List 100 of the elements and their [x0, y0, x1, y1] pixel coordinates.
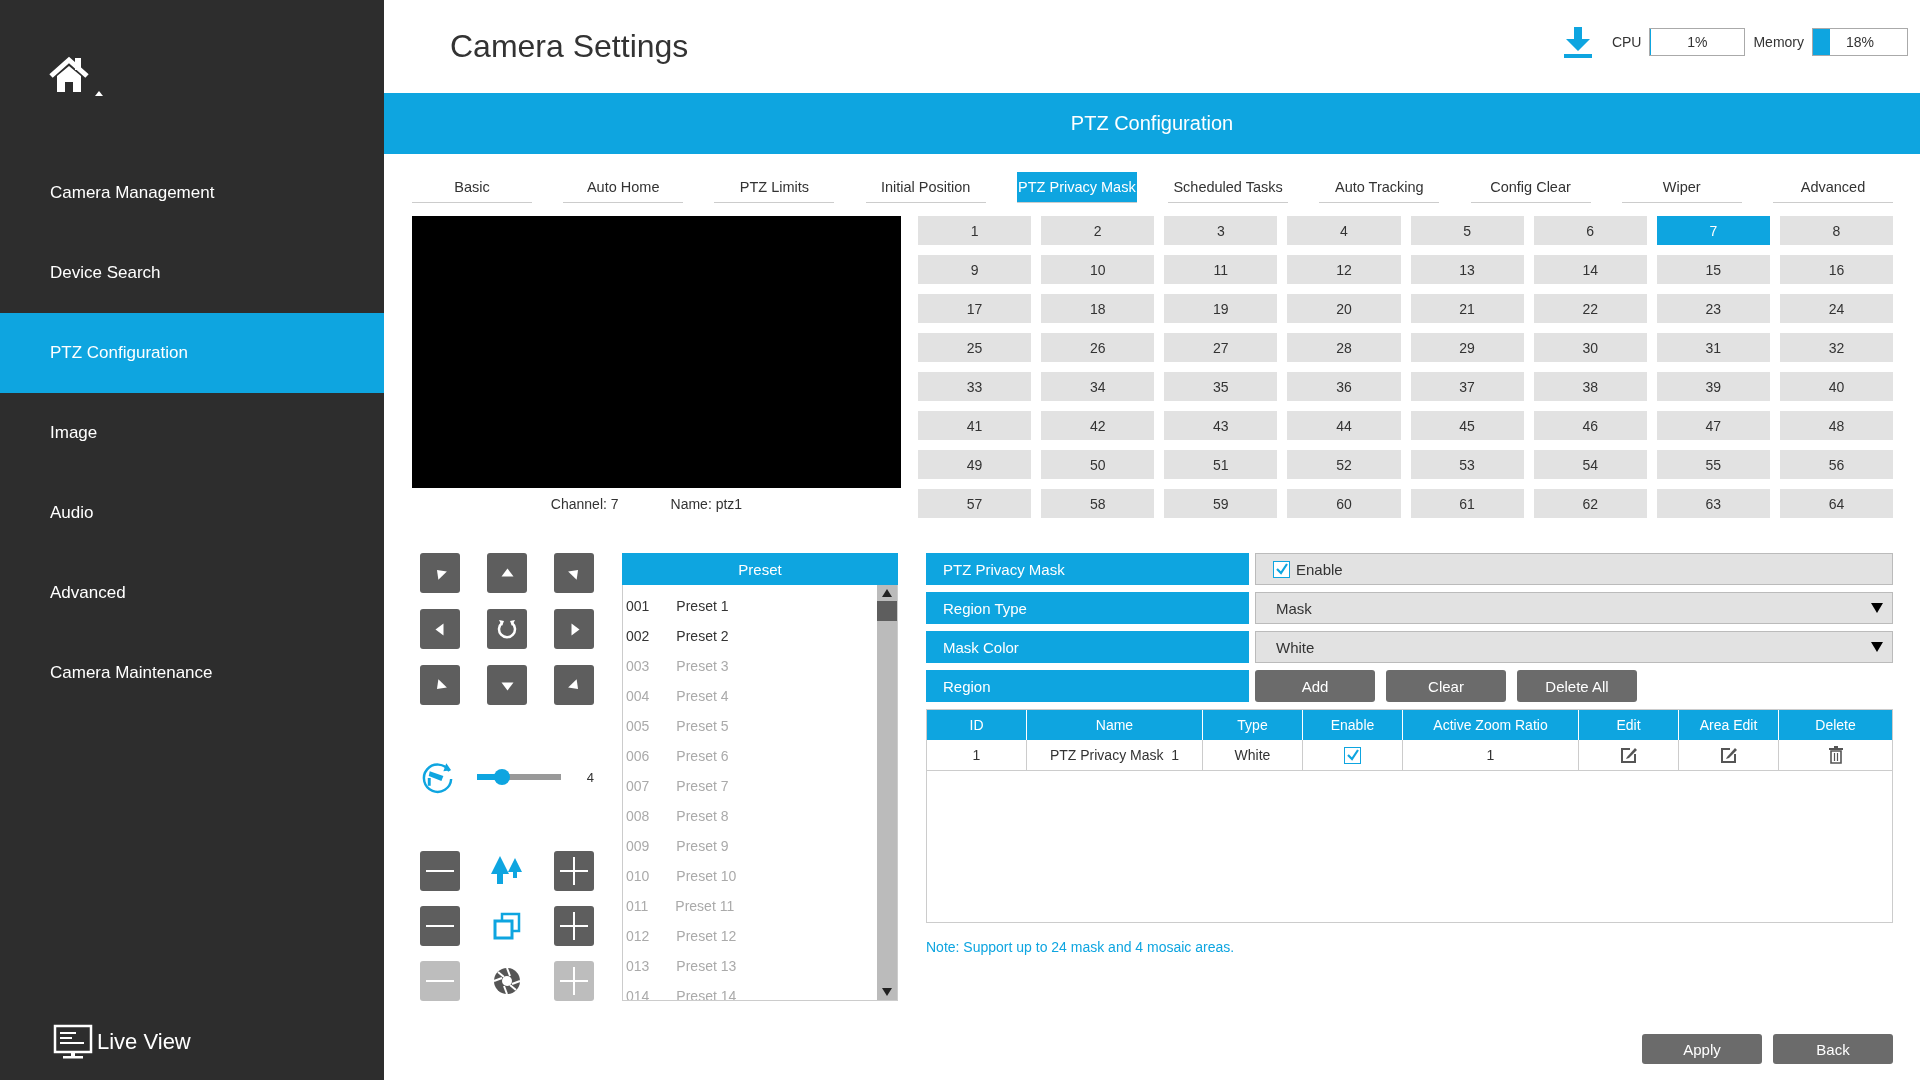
channel-button[interactable]: 31	[1656, 333, 1770, 362]
tab[interactable]: Advanced	[1772, 172, 1893, 203]
channel-button[interactable]: 2	[1041, 216, 1155, 245]
channel-button[interactable]: 13	[1410, 255, 1524, 284]
channel-button[interactable]: 46	[1533, 411, 1647, 440]
channel-button[interactable]: 47	[1656, 411, 1770, 440]
channel-button[interactable]: 23	[1656, 294, 1770, 323]
channel-button[interactable]: 15	[1656, 255, 1770, 284]
trash-icon[interactable]	[1827, 746, 1844, 764]
channel-button[interactable]: 30	[1533, 333, 1647, 362]
channel-button[interactable]: 9	[918, 255, 1032, 284]
tab[interactable]: Wiper	[1621, 172, 1742, 203]
sidebar-item[interactable]: Camera Management	[0, 153, 384, 233]
channel-button[interactable]: 49	[918, 450, 1032, 479]
channel-button[interactable]: 14	[1533, 255, 1647, 284]
rotate-button[interactable]	[487, 609, 527, 649]
channel-button[interactable]: 54	[1533, 450, 1647, 479]
channel-button[interactable]: 48	[1779, 411, 1893, 440]
enable-checkbox[interactable]: Enable	[1273, 560, 1343, 578]
sidebar-item[interactable]: Camera Maintenance	[0, 633, 384, 713]
region-button[interactable]: Clear	[1386, 670, 1506, 702]
plus-button[interactable]	[554, 906, 594, 946]
channel-button[interactable]: 50	[1041, 450, 1155, 479]
scroll-up-icon[interactable]	[881, 588, 893, 598]
tab[interactable]: Scheduled Tasks	[1168, 172, 1289, 203]
channel-button[interactable]: 3	[1164, 216, 1278, 245]
channel-button[interactable]: 55	[1656, 450, 1770, 479]
channel-button[interactable]: 6	[1533, 216, 1647, 245]
scroll-thumb[interactable]	[877, 601, 897, 621]
channel-button[interactable]: 27	[1164, 333, 1278, 362]
direction-button[interactable]	[420, 609, 460, 649]
channel-button[interactable]: 19	[1164, 294, 1278, 323]
sidebar-item[interactable]: Audio	[0, 473, 384, 553]
channel-button[interactable]: 63	[1656, 489, 1770, 518]
channel-button[interactable]: 58	[1041, 489, 1155, 518]
channel-button[interactable]: 28	[1287, 333, 1401, 362]
channel-button[interactable]: 64	[1779, 489, 1893, 518]
region-button[interactable]: Add	[1255, 670, 1375, 702]
channel-button[interactable]: 45	[1410, 411, 1524, 440]
channel-button[interactable]: 1	[918, 216, 1032, 245]
tab[interactable]: Auto Tracking	[1319, 172, 1440, 203]
channel-button[interactable]: 52	[1287, 450, 1401, 479]
enable-checkbox[interactable]	[1344, 746, 1361, 764]
dropdown[interactable]: White	[1255, 631, 1893, 663]
tab[interactable]: Auto Home	[563, 172, 684, 203]
edit-icon[interactable]	[1619, 746, 1638, 764]
channel-button[interactable]: 61	[1410, 489, 1524, 518]
channel-button[interactable]: 8	[1779, 216, 1893, 245]
sidebar-item[interactable]: Advanced	[0, 553, 384, 633]
channel-button[interactable]: 62	[1533, 489, 1647, 518]
direction-button[interactable]	[420, 665, 460, 705]
scrollbar[interactable]	[877, 585, 897, 1000]
channel-button[interactable]: 20	[1287, 294, 1401, 323]
live-view-link[interactable]: Live View	[97, 1029, 191, 1055]
channel-button[interactable]: 32	[1779, 333, 1893, 362]
channel-button[interactable]: 33	[918, 372, 1032, 401]
channel-button[interactable]: 59	[1164, 489, 1278, 518]
plus-button[interactable]	[554, 851, 594, 891]
channel-button[interactable]: 11	[1164, 255, 1278, 284]
channel-button[interactable]: 12	[1287, 255, 1401, 284]
channel-button[interactable]: 24	[1779, 294, 1893, 323]
minus-button[interactable]	[420, 906, 460, 946]
monitor-icon[interactable]	[53, 1024, 93, 1060]
channel-button[interactable]: 43	[1164, 411, 1278, 440]
tab[interactable]: PTZ Limits	[714, 172, 835, 203]
channel-button[interactable]: 51	[1164, 450, 1278, 479]
channel-button[interactable]: 57	[918, 489, 1032, 518]
direction-button[interactable]	[487, 665, 527, 705]
scroll-down-icon[interactable]	[881, 987, 893, 997]
channel-button[interactable]: 26	[1041, 333, 1155, 362]
footer-button[interactable]: Apply	[1642, 1034, 1762, 1064]
channel-button[interactable]: 38	[1533, 372, 1647, 401]
channel-button[interactable]: 53	[1410, 450, 1524, 479]
channel-button[interactable]: 44	[1287, 411, 1401, 440]
download-icon[interactable]	[1561, 24, 1594, 59]
sidebar-item[interactable]: Image	[0, 393, 384, 473]
channel-button[interactable]: 40	[1779, 372, 1893, 401]
direction-button[interactable]	[420, 553, 460, 593]
tab[interactable]: Config Clear	[1470, 172, 1591, 203]
channel-button[interactable]: 34	[1041, 372, 1155, 401]
dropdown[interactable]: Mask	[1255, 592, 1893, 624]
channel-button[interactable]: 21	[1410, 294, 1524, 323]
direction-button[interactable]	[487, 553, 527, 593]
channel-button[interactable]: 37	[1410, 372, 1524, 401]
channel-button[interactable]: 22	[1533, 294, 1647, 323]
channel-button[interactable]: 17	[918, 294, 1032, 323]
channel-button[interactable]: 35	[1164, 372, 1278, 401]
sidebar-item[interactable]: Device Search	[0, 233, 384, 313]
edit-icon[interactable]	[1719, 746, 1738, 764]
preset-item[interactable]: 002 Preset 2	[623, 621, 877, 651]
channel-button[interactable]: 10	[1041, 255, 1155, 284]
tab[interactable]: Basic	[412, 172, 532, 203]
region-button[interactable]: Delete All	[1517, 670, 1637, 702]
channel-button[interactable]: 25	[918, 333, 1032, 362]
preset-item[interactable]: 001 Preset 1	[623, 591, 877, 621]
channel-button[interactable]: 39	[1656, 372, 1770, 401]
channel-button[interactable]: 18	[1041, 294, 1155, 323]
direction-button[interactable]	[554, 665, 594, 705]
channel-button[interactable]: 4	[1287, 216, 1401, 245]
channel-button[interactable]: 5	[1410, 216, 1524, 245]
